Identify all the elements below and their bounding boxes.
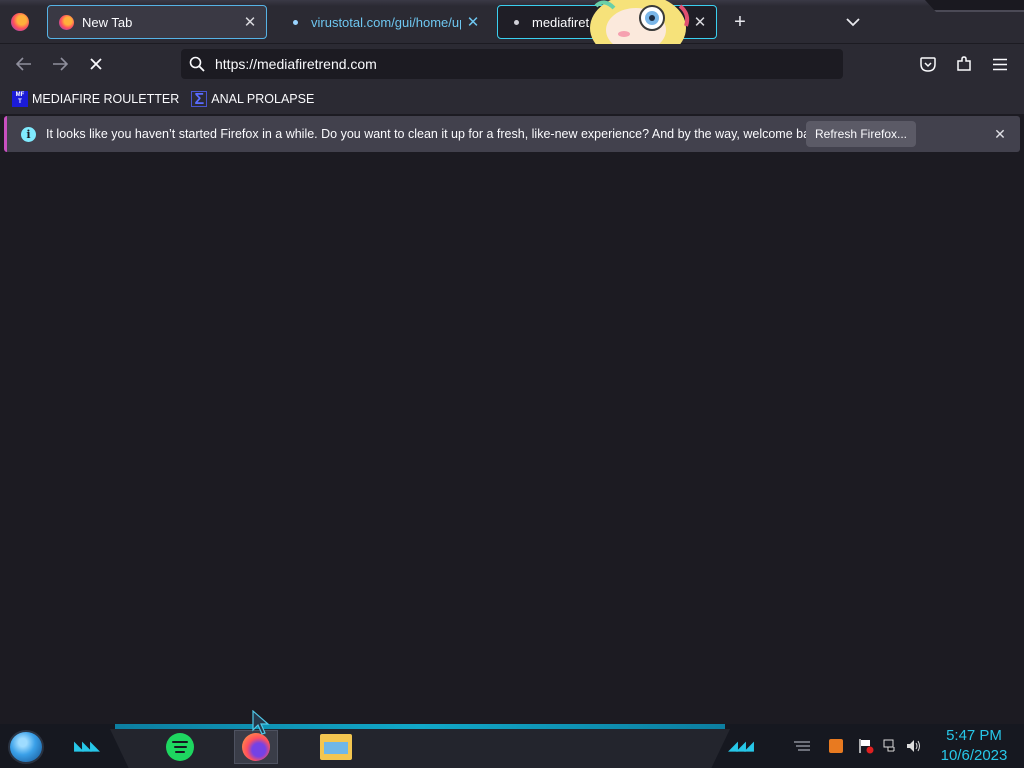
loading-dot-icon <box>508 14 524 30</box>
mft-icon: MF T <box>12 91 28 107</box>
chevrons-right-icon: ◢◢◢ <box>728 738 754 753</box>
tab-virustotal[interactable]: virustotal.com/gui/home/uplo ✕ <box>277 5 489 39</box>
bookmark-label: MEDIAFIRE ROULETTER <box>32 92 180 106</box>
close-tab-icon[interactable]: ✕ <box>461 10 485 34</box>
tab-title: New Tab <box>82 14 133 30</box>
new-tab-button[interactable]: + <box>727 9 753 35</box>
screen: New Tab ✕ virustotal.com/gui/home/uplo ✕… <box>0 0 1024 768</box>
stop-x-icon <box>90 58 102 70</box>
bookmark-anal-prolapse[interactable]: Σ ANAL PROLAPSE <box>191 91 315 108</box>
chevrons-left-icon: ◣◣◣ <box>74 738 100 753</box>
bookmarks-toolbar: MF T MEDIAFIRE ROULETTER Σ ANAL PROLAPSE <box>0 84 1024 114</box>
taskbar: ◣◣◣ ◢◢◢ 5:47 PM 10/6/2023 <box>0 724 1024 768</box>
window-frame-decoration <box>925 0 1024 12</box>
info-icon: i <box>21 126 36 142</box>
back-button[interactable] <box>10 50 38 78</box>
extensions-button[interactable] <box>950 50 978 78</box>
app-menu-button[interactable] <box>986 50 1014 78</box>
arrow-right-icon <box>53 57 68 71</box>
chevron-down-icon <box>846 17 860 26</box>
tray-app-icon[interactable] <box>826 736 846 756</box>
file-explorer-icon <box>320 734 352 760</box>
refresh-firefox-button[interactable]: Refresh Firefox... <box>806 121 916 147</box>
page-content-area[interactable] <box>0 155 1024 725</box>
tab-new-tab[interactable]: New Tab ✕ <box>47 5 267 39</box>
list-all-tabs-button[interactable] <box>840 9 866 35</box>
clock-time: 5:47 PM <box>946 727 1002 744</box>
firefox-icon <box>11 13 29 31</box>
forward-button[interactable] <box>46 50 74 78</box>
taskbar-center-panel <box>110 729 730 768</box>
sigma-icon: Σ <box>191 91 208 108</box>
network-icon[interactable] <box>880 736 900 756</box>
mouse-cursor-icon <box>252 710 270 735</box>
firefox-icon <box>242 733 270 761</box>
firefox-favicon-icon <box>58 14 74 30</box>
taskbar-spotify[interactable] <box>158 730 202 764</box>
start-button[interactable] <box>8 730 44 764</box>
tab-strip: New Tab ✕ virustotal.com/gui/home/uplo ✕… <box>0 0 1024 44</box>
taskbar-clock[interactable]: 5:47 PM 10/6/2023 <box>930 726 1018 766</box>
address-bar[interactable]: https://mediafiretrend.com <box>181 49 843 79</box>
puzzle-icon <box>957 56 971 71</box>
plus-icon: + <box>734 10 746 33</box>
volume-icon[interactable] <box>904 736 924 756</box>
taskbar-file-explorer[interactable] <box>314 730 358 764</box>
address-bar-url[interactable]: https://mediafiretrend.com <box>215 56 377 72</box>
notification-message: It looks like you haven’t started Firefo… <box>46 127 827 141</box>
bookmark-mediafire-rouletter[interactable]: MF T MEDIAFIRE ROULETTER <box>12 91 179 107</box>
action-center-flag-icon[interactable] <box>856 736 876 756</box>
close-tab-icon[interactable]: ✕ <box>238 10 262 34</box>
tab-title: virustotal.com/gui/home/uplo <box>311 14 461 30</box>
loading-dot-icon <box>287 14 303 30</box>
close-notification-icon[interactable]: ✕ <box>990 124 1010 144</box>
navigation-toolbar: https://mediafiretrend.com <box>0 44 1024 84</box>
clock-date: 10/6/2023 <box>940 747 1008 764</box>
stop-button[interactable] <box>82 50 110 78</box>
refresh-firefox-notification: i It looks like you haven’t started Fire… <box>4 116 1020 152</box>
arrow-left-icon <box>16 57 31 71</box>
pocket-icon <box>920 56 936 72</box>
taskbar-accent-band <box>115 724 725 729</box>
firefox-menu-button[interactable] <box>6 9 34 35</box>
search-icon <box>181 56 213 72</box>
hamburger-menu-icon <box>993 58 1007 70</box>
bookmark-label: ANAL PROLAPSE <box>211 92 315 106</box>
spotify-icon <box>166 733 194 761</box>
pocket-button[interactable] <box>914 50 942 78</box>
tray-overflow-icon[interactable] <box>792 736 812 756</box>
